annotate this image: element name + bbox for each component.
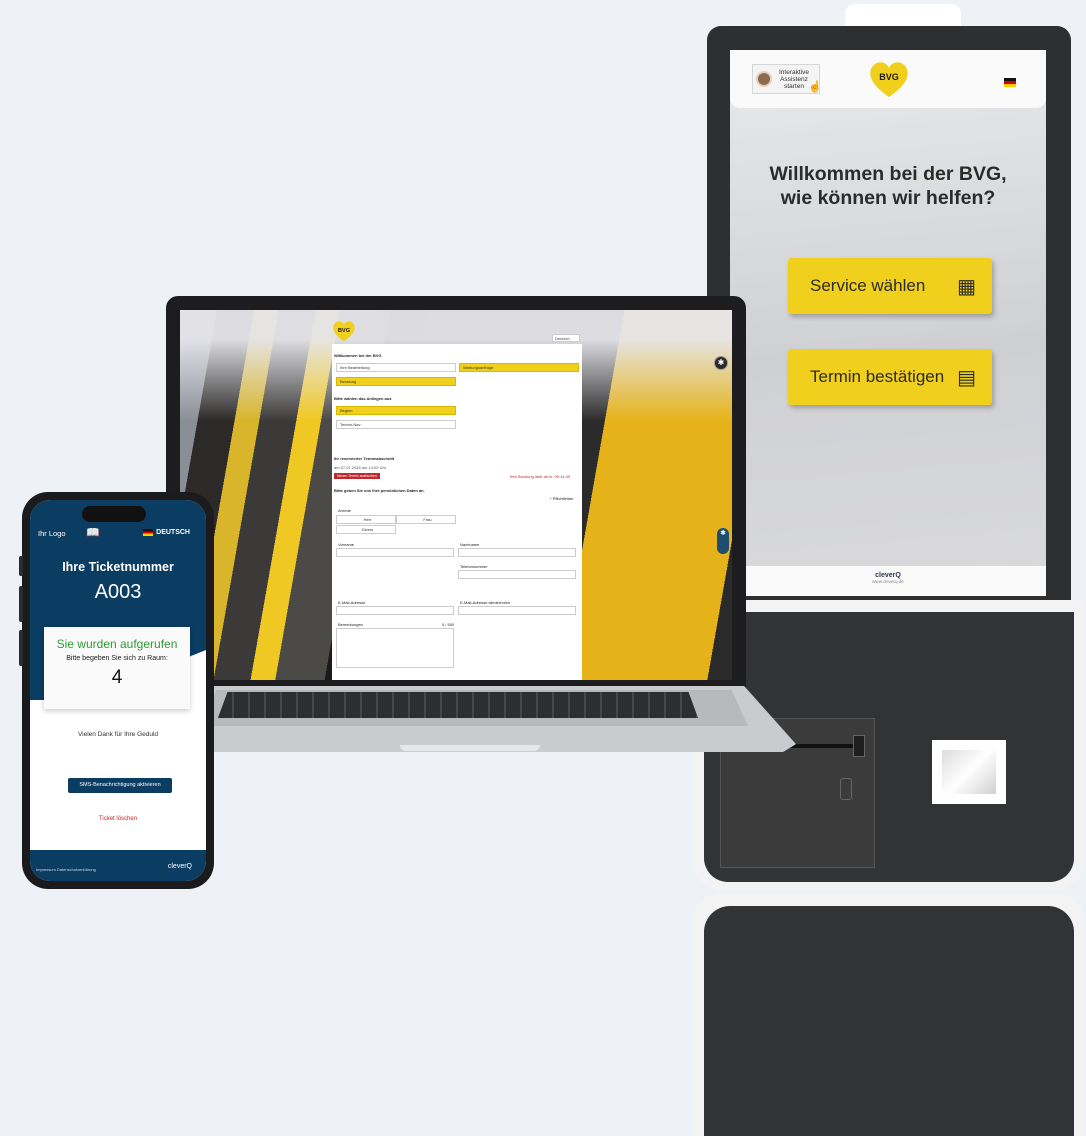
hand-pointer-icon: ☝ (808, 81, 822, 93)
assistant-avatar (756, 71, 772, 87)
scanner-window (942, 750, 996, 794)
room-number: 4 (111, 667, 123, 688)
last-name-input[interactable] (458, 548, 576, 557)
ticket-number: A003 (94, 581, 142, 603)
salutation-frau[interactable]: Frau (396, 515, 456, 524)
bvg-logo-text: BVG (879, 72, 899, 82)
service-option-1[interactable]: Ihre Bearbeitung (336, 363, 456, 372)
mandatory-note: * Pflichtfelder (550, 496, 574, 501)
email-repeat-label: E-Mail-Adresse wiederholen (460, 600, 511, 605)
called-status: Sie wurden aufgerufen (56, 637, 178, 651)
service-select-label: Service wählen (810, 276, 926, 295)
personal-data-heading: Bitte geben Sie uns Ihre persönlichen Da… (334, 488, 425, 493)
book-icon[interactable]: 📖 (86, 526, 100, 539)
concern-option-2[interactable]: Termin-Nav (336, 420, 456, 429)
kiosk-topbar: Interaktive Assistenz starten ☝ BVG (730, 50, 1046, 108)
salutation-divers[interactable]: Divers (336, 525, 396, 534)
kiosk-footer: cleverQ www.cleverq.de (730, 566, 1046, 596)
accessibility-icon[interactable]: ✱ (714, 356, 728, 370)
first-name-input[interactable] (336, 548, 454, 557)
form-welcome: Willkommen bei der BVG (334, 353, 382, 358)
remarks-textarea[interactable] (336, 628, 454, 668)
footer-links[interactable]: Impressum Datenschutzerklärung (36, 867, 96, 872)
kiosk-stand (704, 906, 1074, 1136)
phone-screen: Ihr Logo 📖 DEUTSCH Ihre Ticketnummer A00… (30, 500, 206, 881)
email-repeat-input[interactable] (458, 606, 576, 615)
service-select-button[interactable]: Service wählen ▦ (788, 258, 992, 314)
salutation-herr[interactable]: Herr (336, 515, 396, 524)
remarks-label: Bemerkungen (338, 622, 363, 627)
email-label: E-Mail-Adresse (338, 600, 366, 605)
kiosk-screen: Interaktive Assistenz starten ☝ BVG Will… (730, 50, 1046, 596)
phone-side-button (19, 556, 23, 576)
laptop-screen: BVG Deutsch ✱ ✱ Willkommen bei der BVG I… (180, 310, 732, 680)
remarks-count: 0 / 500 (442, 622, 455, 627)
touch-grid-icon: ▦ (957, 275, 976, 298)
bvg-logo-small-text: BVG (338, 328, 351, 334)
cleverq-logo: cleverQ (875, 572, 901, 579)
accessibility-toggle-icon[interactable]: ✱ (717, 528, 729, 554)
german-flag-icon (143, 529, 154, 536)
language-flag-icon[interactable] (1004, 78, 1016, 87)
bvg-logo: BVG (870, 62, 908, 97)
appointment-date: am 07.01.2026 um 14:00 Uhr (334, 465, 387, 470)
salutation-label: Anrede (338, 508, 351, 513)
bvg-logo-small: BVG (333, 321, 355, 342)
ticket-title: Ihre Ticketnummer (62, 560, 174, 574)
phone-label: Telefonnummer (460, 564, 488, 569)
sms-notification-button[interactable]: SMS-Benachrichtigung aktivieren (68, 778, 172, 793)
first-name-label: Vorname (338, 542, 355, 547)
phone-logo: Ihr Logo (38, 529, 66, 538)
service-option-3[interactable]: Beratung (336, 377, 456, 386)
phone-footer: Impressum Datenschutzerklärung cleverQ (30, 850, 206, 881)
phone-side-button (19, 630, 23, 666)
concern-option-1[interactable]: Beginn (336, 406, 456, 415)
printer-button (840, 778, 852, 800)
rebook-button[interactable]: Neuen Termin ausbuchen (334, 473, 380, 479)
phone-input[interactable] (458, 570, 576, 579)
room-label: Bitte begeben Sie sich zu Raum: (66, 655, 168, 662)
cleverq-url: www.cleverq.de (872, 579, 904, 584)
delete-ticket-link[interactable]: Ticket löschen (30, 816, 206, 822)
thanks-text: Vielen Dank für Ihre Geduld (77, 731, 159, 738)
confirm-appointment-button[interactable]: Termin bestätigen ▤ (788, 349, 992, 405)
choose-concern-label: Bitte wählen das Anliegen aus (334, 396, 392, 401)
welcome-heading: Willkommen bei der BVG, wie können wir h… (769, 163, 1007, 209)
language-switch[interactable]: DEUTSCH (143, 529, 190, 536)
service-option-2[interactable]: Wartungsanfrage (459, 363, 579, 372)
booking-timer: Ihre Buchung läuft ab in: 09:14:40 (510, 474, 571, 479)
confirm-appointment-label: Termin bestätigen (810, 367, 945, 386)
appointment-label: Ihr reservierter Terminabschnitt (334, 456, 395, 461)
last-name-label: Nachname (460, 542, 480, 547)
language-select[interactable]: Deutsch (552, 334, 580, 342)
called-card: Sie wurden aufgerufen Bitte begeben Sie … (44, 627, 190, 709)
laptop-keyboard (218, 692, 698, 718)
calendar-check-icon: ▤ (957, 366, 976, 389)
laptop-notch (400, 745, 540, 751)
cleverq-logo-footer: cleverQ (167, 863, 192, 870)
dynamic-island (82, 506, 146, 522)
email-input[interactable] (336, 606, 454, 615)
language-label: DEUTSCH (156, 529, 190, 536)
printer-knob (853, 735, 865, 757)
phone-side-button (19, 586, 23, 622)
